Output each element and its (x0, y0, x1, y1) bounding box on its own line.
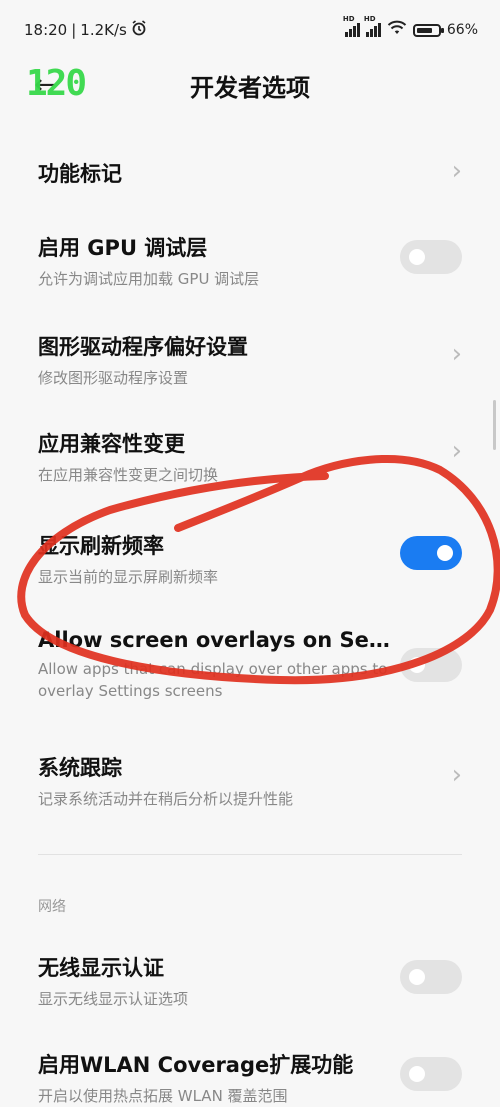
settings-item-subtitle: 显示当前的显示屏刷新频率 (38, 568, 219, 586)
settings-item-title: Allow screen overlays on Set… (38, 628, 398, 652)
status-network-speed: 1.2K/s (80, 21, 127, 39)
signal-icon: HD (343, 15, 360, 37)
app-bar: ← 120 开发者选项 (0, 60, 500, 110)
settings-item-subtitle: 显示无线显示认证选项 (38, 990, 189, 1008)
chevron-right-icon: › (451, 760, 462, 790)
settings-item-app-compat-changes[interactable]: 应用兼容性变更 在应用兼容性变更之间切换 › (38, 428, 462, 486)
status-left: 18:20 | 1.2K/s (24, 20, 147, 40)
settings-item-subtitle: 修改图形驱动程序设置 (38, 369, 189, 387)
section-header-network: 网络 (38, 899, 66, 915)
settings-item-subtitle: 在应用兼容性变更之间切换 (38, 466, 219, 484)
settings-item-screen-overlays[interactable]: Allow screen overlays on Set… Allow apps… (38, 628, 462, 702)
toggle-knob (409, 657, 425, 673)
status-bar: 18:20 | 1.2K/s HD HD 66% (0, 0, 500, 60)
wireless-display-cert-toggle[interactable] (400, 960, 462, 994)
chevron-right-icon: › (451, 339, 462, 369)
section-divider (38, 854, 462, 855)
settings-item-subtitle: Allow apps that can display over other a… (38, 660, 388, 700)
screen-overlays-toggle[interactable] (400, 648, 462, 682)
settings-item-title: 系统跟踪 (38, 756, 122, 780)
status-right: HD HD 66% (343, 15, 478, 40)
settings-item-show-refresh-rate[interactable]: 显示刷新频率 显示当前的显示屏刷新频率 (38, 530, 462, 588)
settings-item-wireless-display-cert[interactable]: 无线显示认证 显示无线显示认证选项 (38, 952, 462, 1010)
battery-icon (412, 23, 444, 37)
gpu-debug-layers-toggle[interactable] (400, 240, 462, 274)
settings-item-title: 功能标记 (38, 162, 122, 186)
settings-item-title: 显示刷新频率 (38, 534, 164, 558)
status-time: 18:20 (24, 21, 68, 39)
settings-item-gpu-debug-layers[interactable]: 启用 GPU 调试层 允许为调试应用加载 GPU 调试层 (38, 232, 462, 290)
page-title: 开发者选项 (190, 74, 310, 102)
settings-item-subtitle: 开启以使用热点拓展 WLAN 覆盖范围 (38, 1087, 288, 1105)
toggle-knob (409, 249, 425, 265)
status-separator: | (71, 21, 77, 39)
settings-item-title: 无线显示认证 (38, 956, 164, 980)
settings-item-subtitle: 记录系统活动并在稍后分析以提升性能 (38, 790, 294, 808)
toggle-knob (437, 545, 453, 561)
settings-item-title: 应用兼容性变更 (38, 432, 185, 456)
toggle-knob (409, 1066, 425, 1082)
settings-item-subtitle: 允许为调试应用加载 GPU 调试层 (38, 270, 260, 288)
wlan-coverage-toggle[interactable] (400, 1057, 462, 1091)
settings-item-system-tracing[interactable]: 系统跟踪 记录系统活动并在稍后分析以提升性能 › (38, 752, 462, 810)
toggle-knob (409, 969, 425, 985)
settings-item-feature-flags[interactable]: 功能标记 › (38, 156, 462, 188)
settings-item-title: 启用WLAN Coverage扩展功能 (38, 1053, 354, 1077)
settings-item-title: 图形驱动程序偏好设置 (38, 335, 248, 359)
alarm-icon (131, 20, 147, 40)
chevron-right-icon: › (451, 436, 462, 466)
show-refresh-rate-toggle[interactable] (400, 536, 462, 570)
settings-item-wlan-coverage[interactable]: 启用WLAN Coverage扩展功能 开启以使用热点拓展 WLAN 覆盖范围 (38, 1049, 462, 1107)
signal-icon-2: HD (364, 15, 381, 37)
settings-item-title: 启用 GPU 调试层 (38, 236, 208, 260)
settings-item-graphics-driver[interactable]: 图形驱动程序偏好设置 修改图形驱动程序设置 › (38, 331, 462, 389)
battery-percent: 66% (446, 22, 478, 38)
wifi-icon (387, 20, 407, 40)
chevron-right-icon: › (451, 156, 462, 186)
scrollbar[interactable] (493, 400, 496, 450)
